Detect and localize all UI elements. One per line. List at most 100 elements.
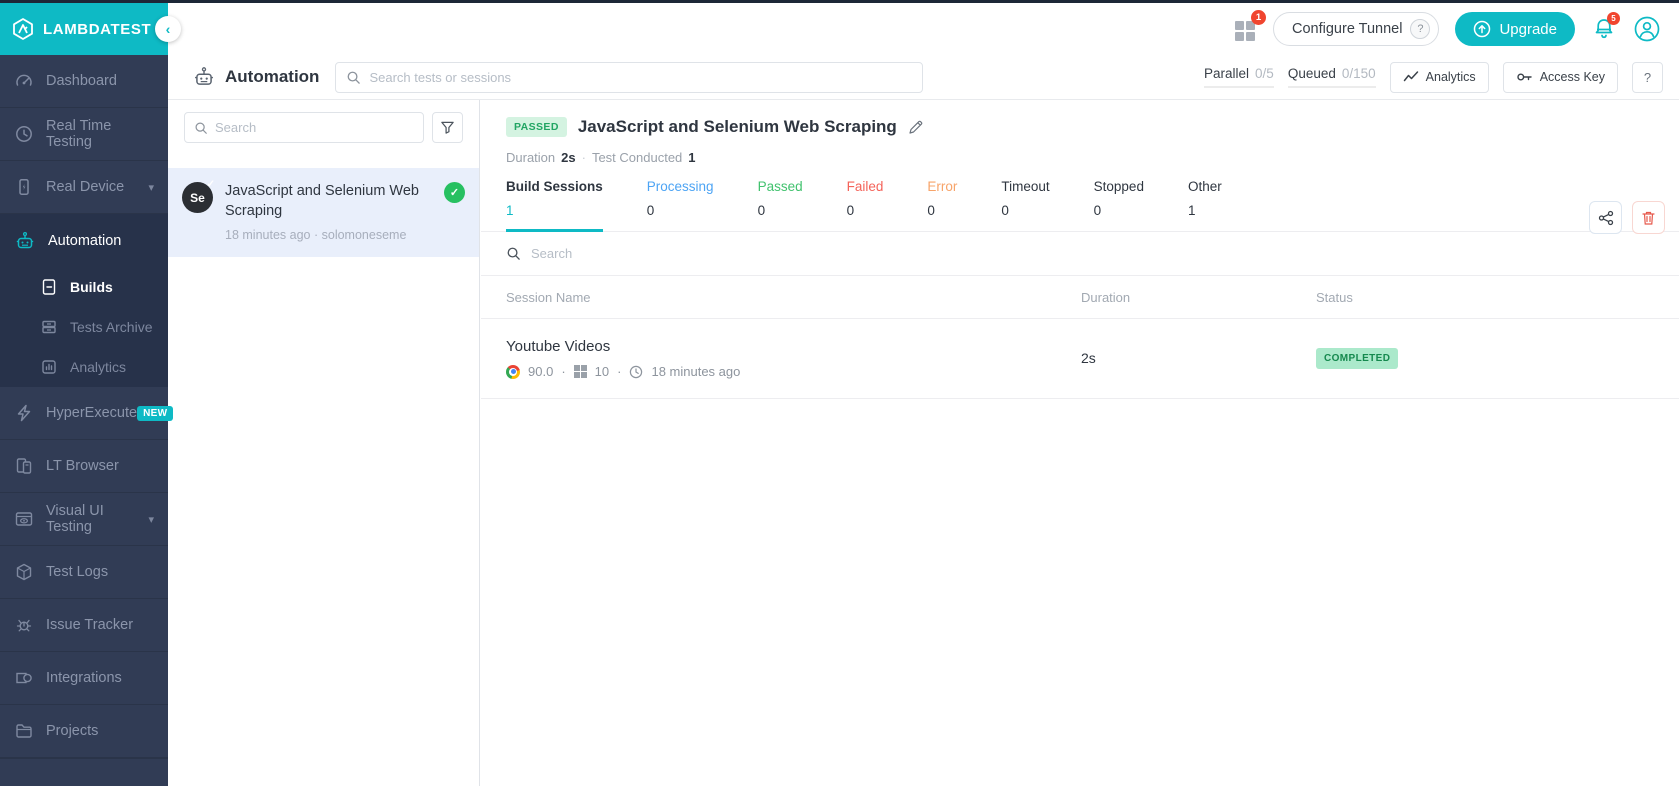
analytics-button[interactable]: Analytics xyxy=(1389,61,1489,93)
column-session-name: Session Name xyxy=(506,289,591,305)
browser-version: 90.0 xyxy=(528,364,554,379)
tab-passed[interactable]: Passed 0 xyxy=(758,179,803,231)
status-badge: PASSED xyxy=(506,117,567,137)
sidebar-item-visual-ui-testing[interactable]: Visual UI Testing ▾ xyxy=(0,493,168,546)
sidebar-item-automation[interactable]: Automation xyxy=(0,214,168,267)
configure-tunnel-label: Configure Tunnel xyxy=(1292,21,1403,37)
parallel-label: Parallel xyxy=(1204,66,1250,81)
automation-subheader: Automation Parallel 0/5 Queued 0/150 Ana… xyxy=(168,55,1679,100)
apps-notification-badge: 1 xyxy=(1251,10,1267,25)
sessions-search-row xyxy=(481,232,1679,276)
upgrade-arrow-icon xyxy=(1473,20,1491,38)
hyperexecute-icon xyxy=(14,403,34,423)
lt-browser-icon xyxy=(14,456,34,476)
brand-name: LAMBDATEST xyxy=(43,20,152,38)
build-list-item[interactable]: Se ✓ JavaScript and Selenium Web Scrapin… xyxy=(168,168,479,258)
passed-check-icon: ✓ xyxy=(444,182,465,203)
queued-value: 0/150 xyxy=(1341,66,1376,81)
upgrade-button[interactable]: Upgrade xyxy=(1455,12,1575,46)
sidebar-item-label: Test Logs xyxy=(46,564,109,580)
column-status: Status xyxy=(1316,289,1353,305)
brand-bar: LAMBDATEST ‹ xyxy=(0,3,181,55)
page-title-wrap: Automation xyxy=(192,65,319,89)
sidebar-item-dashboard[interactable]: Dashboard xyxy=(0,55,168,108)
edit-pencil-icon[interactable] xyxy=(908,119,924,135)
tab-processing[interactable]: Processing 0 xyxy=(647,179,714,231)
sidebar-item-hyperexecute[interactable]: HyperExecute NEW xyxy=(0,387,174,440)
session-duration-cell: 2s xyxy=(1081,350,1316,368)
tab-timeout[interactable]: Timeout 0 xyxy=(1001,179,1049,231)
tests-archive-icon xyxy=(40,318,58,336)
parallel-value: 0/5 xyxy=(1255,66,1274,81)
dashboard-icon xyxy=(14,71,34,91)
sidebar-item-test-logs[interactable]: Test Logs xyxy=(0,546,168,599)
window-top-edge xyxy=(0,0,1679,3)
share-button[interactable] xyxy=(1589,201,1622,234)
sidebar-item-analytics[interactable]: Analytics xyxy=(0,347,168,387)
sidebar-automation-group: Automation Builds Tests Archive Analytic… xyxy=(0,214,168,387)
tab-other[interactable]: Other 1 xyxy=(1188,179,1222,231)
queued-label: Queued xyxy=(1287,66,1336,81)
queued-quota: Queued 0/150 xyxy=(1287,66,1376,88)
search-icon xyxy=(346,70,361,85)
apps-grid-icon[interactable]: 1 xyxy=(1233,10,1267,41)
search-tests-input[interactable] xyxy=(369,69,913,85)
sidebar-item-real-device[interactable]: Real Device ▾ xyxy=(0,161,168,214)
sidebar-item-label: Visual UI Testing xyxy=(46,503,104,535)
tab-build-sessions[interactable]: Build Sessions 1 xyxy=(506,179,603,232)
access-key-button[interactable]: Access Key xyxy=(1502,61,1618,93)
build-meta-row: Duration 2s · Test Conducted 1 xyxy=(506,150,1679,165)
duration-label: Duration xyxy=(506,150,556,165)
analytics-icon xyxy=(40,358,58,376)
page-title: Automation xyxy=(225,67,320,86)
sidebar-item-label: Automation xyxy=(48,232,122,249)
builds-search xyxy=(184,112,424,143)
sidebar-item-label: Issue Tracker xyxy=(46,617,134,633)
sidebar-item-builds[interactable]: Builds xyxy=(0,267,168,307)
session-status-cell: COMPLETED xyxy=(1316,348,1679,369)
search-icon xyxy=(506,246,521,261)
projects-folder-icon xyxy=(14,721,34,741)
builds-list-panel: Se ✓ JavaScript and Selenium Web Scrapin… xyxy=(168,100,480,786)
sidebar-item-label: Dashboard xyxy=(46,73,117,89)
visual-ui-testing-icon xyxy=(14,509,34,529)
notifications-bell-icon[interactable]: 5 xyxy=(1591,12,1620,42)
tab-failed[interactable]: Failed 0 xyxy=(847,179,884,231)
lambdatest-automation-page: LAMBDATEST ‹ Dashboard Real Time Testing… xyxy=(0,0,1679,786)
builds-search-input[interactable] xyxy=(215,120,414,135)
user-avatar-icon[interactable] xyxy=(1633,15,1661,43)
integrations-icon xyxy=(14,668,34,688)
configure-tunnel-button[interactable]: Configure Tunnel ? xyxy=(1273,12,1440,46)
sidebar-item-label: Integrations xyxy=(46,670,122,686)
session-meta: 90.0 · 10 · 18 minutes ago xyxy=(506,364,1081,379)
sidebar-item-real-time-testing[interactable]: Real Time Testing xyxy=(0,108,168,161)
chrome-icon xyxy=(506,364,520,379)
build-item-body: JavaScript and Selenium Web Scraping 18 … xyxy=(225,182,432,242)
upgrade-label: Upgrade xyxy=(1499,20,1557,38)
sidebar-collapse-button[interactable]: ‹ xyxy=(155,16,181,42)
filter-button[interactable] xyxy=(432,112,463,143)
access-key-button-label: Access Key xyxy=(1539,70,1605,84)
tab-error[interactable]: Error 0 xyxy=(927,179,957,231)
header-search xyxy=(335,61,924,93)
sidebar-item-label: LT Browser xyxy=(46,458,119,474)
session-tabs: Build Sessions 1 Processing 0 Passed 0 F… xyxy=(481,179,1679,234)
help-button[interactable]: ? xyxy=(1632,61,1663,93)
tests-conducted-value: 1 xyxy=(688,150,696,165)
chevron-down-icon: ▾ xyxy=(148,513,154,526)
search-icon xyxy=(194,121,208,135)
builds-search-row xyxy=(168,100,479,155)
builds-icon xyxy=(40,278,58,296)
sidebar-footer xyxy=(0,758,168,786)
sidebar-item-issue-tracker[interactable]: Issue Tracker xyxy=(0,599,168,652)
tab-stopped[interactable]: Stopped 0 xyxy=(1094,179,1144,231)
tunnel-help-icon[interactable]: ? xyxy=(1410,19,1431,39)
sidebar-item-integrations[interactable]: Integrations xyxy=(0,652,168,705)
session-table-row[interactable]: Youtube Videos 90.0 · 10 · 18 minutes ag… xyxy=(481,319,1679,399)
sidebar-item-lt-browser[interactable]: LT Browser xyxy=(0,440,168,493)
sidebar-item-tests-archive[interactable]: Tests Archive xyxy=(0,307,168,347)
sidebar-item-projects[interactable]: Projects xyxy=(0,705,168,758)
sessions-search-input[interactable] xyxy=(531,246,1654,261)
new-badge: NEW xyxy=(137,405,174,421)
delete-button[interactable] xyxy=(1632,201,1665,234)
